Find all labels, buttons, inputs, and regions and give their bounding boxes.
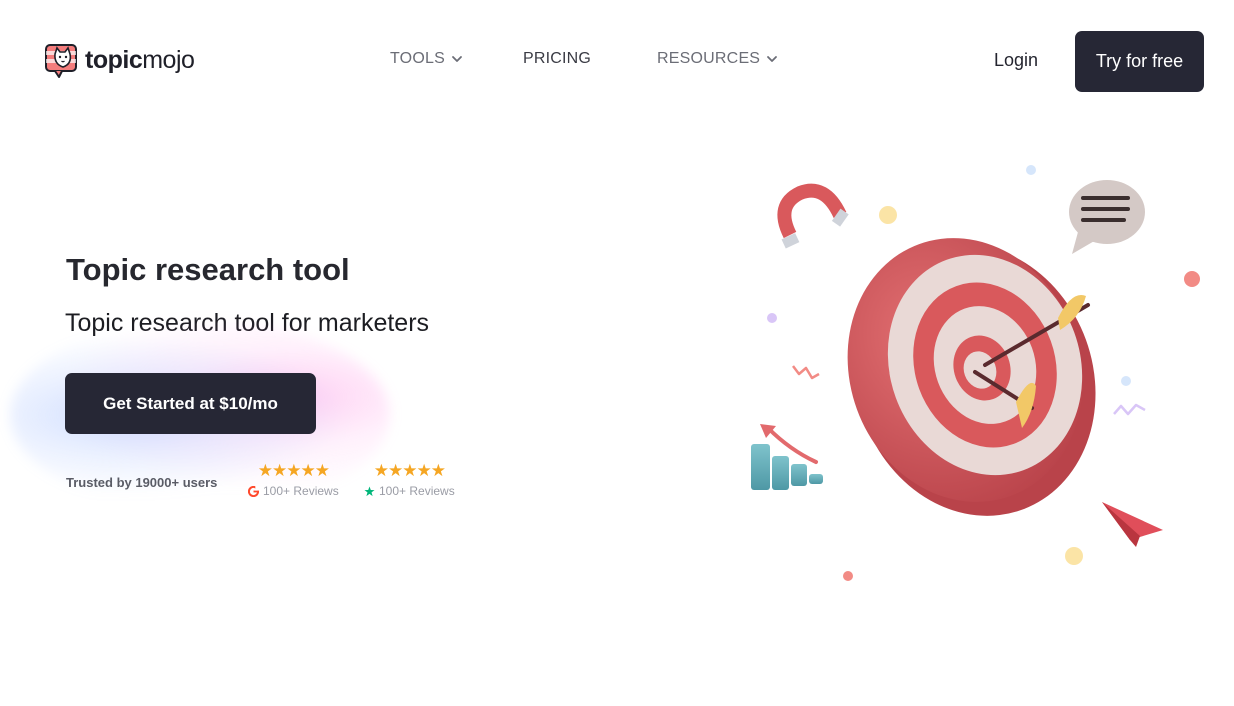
- logo[interactable]: topicmojo: [45, 42, 195, 78]
- try-for-free-button[interactable]: Try for free: [1075, 31, 1204, 92]
- magnet-icon: [777, 183, 849, 249]
- decor-dot: [767, 313, 777, 323]
- decor-dot: [1026, 165, 1036, 175]
- trustpilot-rating[interactable]: ★★★★★ 100+ Reviews: [364, 462, 455, 498]
- nav-pricing-label: PRICING: [522, 50, 592, 67]
- chat-bubble-icon: [1069, 180, 1145, 254]
- g2-icon: [248, 485, 259, 497]
- main-nav: TOOLS PRICING RESOURCES: [390, 50, 778, 68]
- target-icon: [847, 238, 1096, 516]
- nav-pricing[interactable]: PRICING: [523, 50, 591, 68]
- decor-dot: [1184, 271, 1200, 287]
- decor-dot: [1121, 376, 1131, 386]
- zigzag-icon: [792, 365, 820, 380]
- target-illustration: [751, 165, 1200, 581]
- nav-resources[interactable]: RESOURCES: [657, 50, 778, 68]
- logo-text-light: mojo: [142, 45, 195, 74]
- g2-stars: ★★★★★: [257, 461, 330, 480]
- zigzag-icon: [1113, 403, 1146, 416]
- decor-dot: [1065, 547, 1083, 565]
- get-started-button[interactable]: Get Started at $10/mo: [65, 373, 316, 434]
- trustpilot-reviews-count: 100+ Reviews: [379, 484, 455, 498]
- page-title: Topic research tool: [66, 252, 350, 287]
- paper-plane-icon: [1102, 502, 1163, 547]
- login-link[interactable]: Login: [994, 50, 1038, 71]
- growth-chart-icon: [751, 424, 823, 490]
- decor-dot: [843, 571, 853, 581]
- logo-text-bold: topic: [85, 45, 143, 74]
- trusted-by-text: Trusted by 19000+ users: [66, 475, 218, 490]
- trustpilot-stars: ★★★★★: [373, 461, 446, 480]
- nav-tools-label: TOOLS: [390, 50, 445, 67]
- g2-rating[interactable]: ★★★★★ 100+ Reviews: [248, 462, 339, 498]
- chevron-down-icon: [452, 56, 462, 62]
- g2-reviews-count: 100+ Reviews: [263, 484, 339, 498]
- nav-resources-label: RESOURCES: [657, 50, 761, 67]
- logo-cat-icon: [45, 44, 77, 78]
- decor-dot: [879, 206, 897, 224]
- site-header: topicmojo TOOLS PRICING RESOURCES Login …: [0, 0, 1234, 122]
- nav-tools[interactable]: TOOLS: [390, 50, 463, 68]
- chevron-down-icon: [767, 56, 778, 62]
- trustpilot-star-icon: [364, 485, 375, 496]
